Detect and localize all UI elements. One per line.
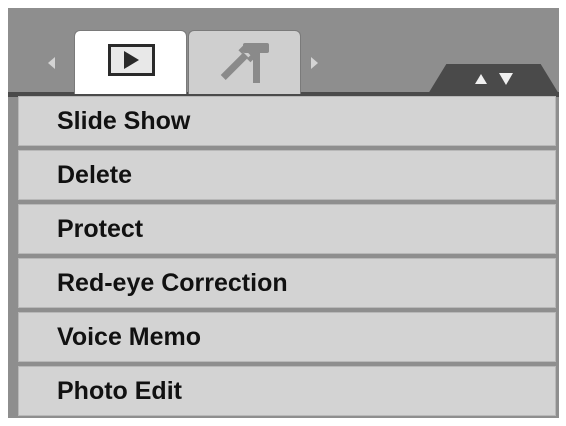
menu-item-slide-show[interactable]: Slide Show [18, 96, 556, 146]
menu-list: Slide Show Delete Protect Red-eye Correc… [18, 96, 556, 420]
tools-icon [220, 43, 269, 83]
menu-item-label: Slide Show [57, 106, 191, 135]
tab-playback[interactable] [74, 30, 187, 94]
menu-item-label: Voice Memo [57, 322, 202, 351]
tab-right-arrow-icon[interactable] [311, 57, 318, 69]
play-icon [108, 44, 155, 76]
scroll-indicator[interactable] [428, 64, 559, 94]
menu-item-label: Red-eye Correction [57, 268, 288, 297]
menu-item-delete[interactable]: Delete [18, 150, 556, 200]
menu-item-label: Photo Edit [57, 376, 182, 405]
menu-item-red-eye-correction[interactable]: Red-eye Correction [18, 258, 556, 308]
scroll-down-icon[interactable] [498, 73, 513, 85]
menu-item-photo-edit[interactable]: Photo Edit [18, 366, 556, 416]
menu-item-label: Delete [57, 160, 133, 189]
scroll-up-icon[interactable] [474, 74, 487, 84]
tab-left-arrow-icon[interactable] [48, 57, 55, 69]
menu-item-protect[interactable]: Protect [18, 204, 556, 254]
menu-item-label: Protect [57, 214, 144, 243]
menu-item-voice-memo[interactable]: Voice Memo [18, 312, 556, 362]
tab-setup[interactable] [188, 30, 301, 94]
